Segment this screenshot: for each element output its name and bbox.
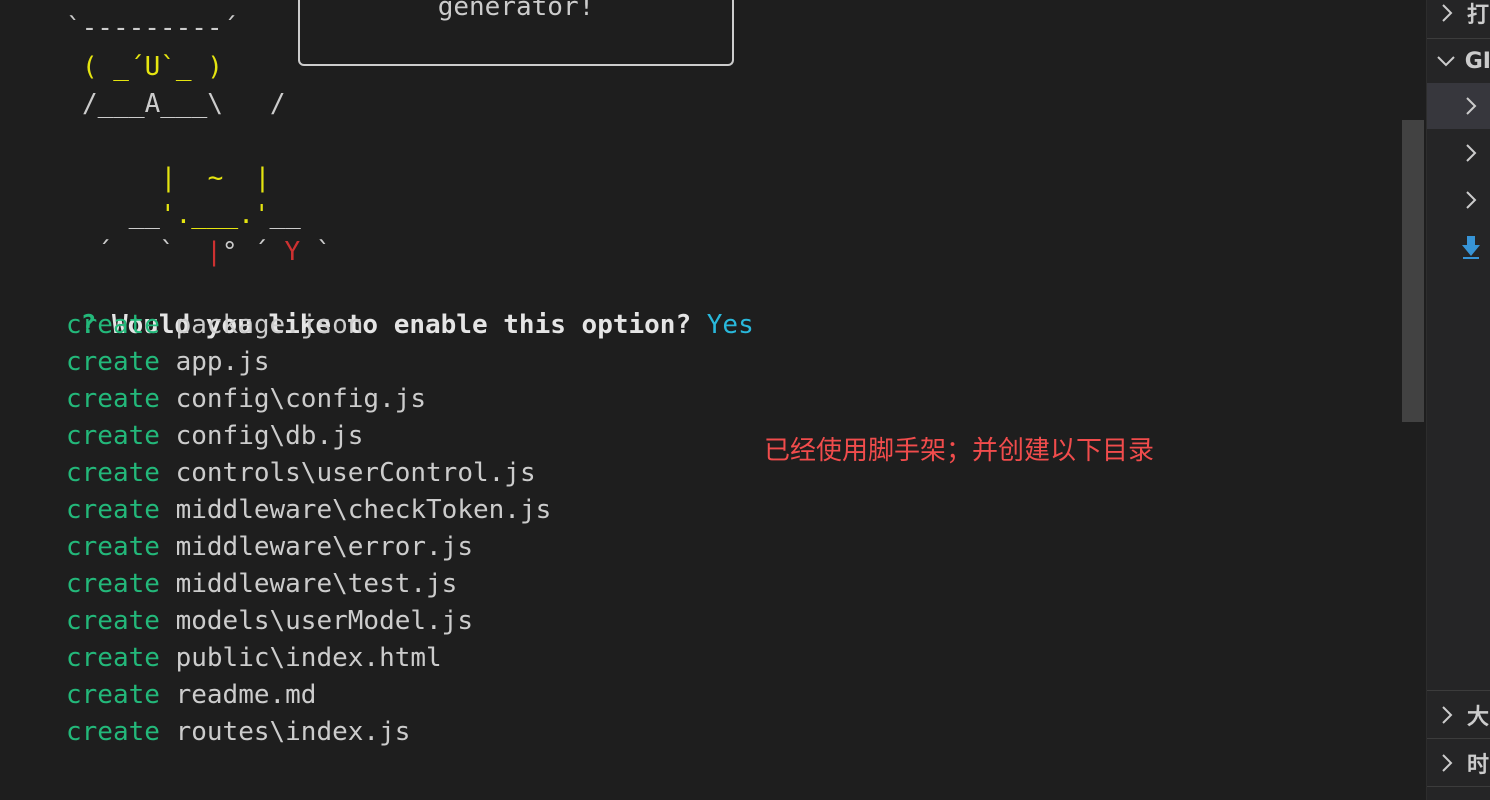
ascii-feet-mid: | (206, 237, 222, 267)
file-path: readme.md (175, 680, 317, 710)
divider (1427, 738, 1490, 739)
chevron-right-icon (1427, 752, 1467, 774)
ascii-top-line: `---------´ (66, 13, 239, 43)
list-item: create middleware\test.js (66, 566, 551, 603)
side-tree-item[interactable] (1427, 177, 1490, 223)
scrollbar-thumb[interactable] (1402, 120, 1424, 422)
side-section-label: GI (1464, 48, 1490, 74)
file-path: app.js (175, 347, 270, 377)
list-item: create config\db.js (66, 418, 551, 455)
list-item: create app.js (66, 344, 551, 381)
ascii-face: ( _´U`_ ) (82, 52, 223, 82)
side-section-label: 打 (1467, 3, 1490, 28)
create-verb: create (66, 680, 160, 710)
terminal-panel[interactable]: `---------´ generator! ( _´U`_ ) /___A__… (0, 0, 1398, 800)
side-panel: 打 GI 大 时 (1426, 0, 1490, 800)
create-verb: create (66, 310, 160, 340)
side-section-1[interactable]: 打 (1427, 0, 1490, 36)
list-item: create models\userModel.js (66, 603, 551, 640)
download-arrow-icon (1451, 234, 1490, 260)
create-verb: create (66, 643, 160, 673)
chevron-down-icon (1427, 54, 1465, 68)
chevron-right-icon (1451, 189, 1490, 211)
list-item: create controls\userControl.js (66, 455, 551, 492)
side-section-4[interactable]: 时 (1427, 740, 1490, 786)
side-tree-item[interactable] (1427, 83, 1490, 129)
side-tree-item[interactable] (1427, 224, 1490, 270)
list-item: create public\index.html (66, 640, 551, 677)
file-path: routes\index.js (175, 717, 411, 747)
file-path: middleware\checkToken.js (175, 495, 552, 525)
file-path: package.json (175, 310, 364, 340)
banner-box: generator! (298, 0, 734, 66)
create-verb: create (66, 606, 160, 636)
create-verb: create (66, 458, 160, 488)
create-verb: create (66, 421, 160, 451)
ascii-feet-y: Y (284, 237, 301, 267)
file-path: middleware\test.js (175, 569, 458, 599)
file-path: controls\userControl.js (175, 458, 536, 488)
list-item: create package.json (66, 307, 551, 344)
ascii-feet-right: ` (300, 237, 332, 267)
side-section-label: 时 (1467, 753, 1490, 778)
ascii-feet-left: ´ ` (96, 237, 207, 267)
annotation-text: 已经使用脚手架；并创建以下目录 (764, 436, 1155, 466)
side-section-2[interactable]: GI (1427, 38, 1490, 84)
create-verb: create (66, 495, 160, 525)
side-section-label: 大 (1467, 705, 1490, 730)
list-item: create config\config.js (66, 381, 551, 418)
file-path: config\config.js (175, 384, 427, 414)
file-path: config\db.js (175, 421, 364, 451)
banner-text: generator! (437, 0, 595, 22)
file-path: middleware\error.js (175, 532, 473, 562)
file-path: public\index.html (175, 643, 442, 673)
create-verb: create (66, 384, 160, 414)
chevron-right-icon (1451, 95, 1490, 117)
divider (1427, 786, 1490, 787)
divider (1427, 690, 1490, 691)
list-item: create middleware\error.js (66, 529, 551, 566)
list-item: create middleware\checkToken.js (66, 492, 551, 529)
created-files-list: create package.json create app.js create… (66, 307, 551, 751)
create-verb: create (66, 347, 160, 377)
side-section-3[interactable]: 大 (1427, 692, 1490, 738)
prompt-answer: Yes (706, 310, 754, 340)
ascii-body: /___A___\ / (82, 89, 286, 119)
chevron-right-icon (1427, 2, 1467, 24)
list-item: create readme.md (66, 677, 551, 714)
file-path: models\userModel.js (175, 606, 473, 636)
create-verb: create (66, 532, 160, 562)
ascii-feet-text: ° ´ (221, 237, 269, 267)
create-verb: create (66, 717, 160, 747)
create-verb: create (66, 569, 160, 599)
list-item: create routes\index.js (66, 714, 551, 751)
side-tree-item[interactable] (1427, 130, 1490, 176)
chevron-right-icon (1427, 704, 1467, 726)
chevron-right-icon (1451, 142, 1490, 164)
